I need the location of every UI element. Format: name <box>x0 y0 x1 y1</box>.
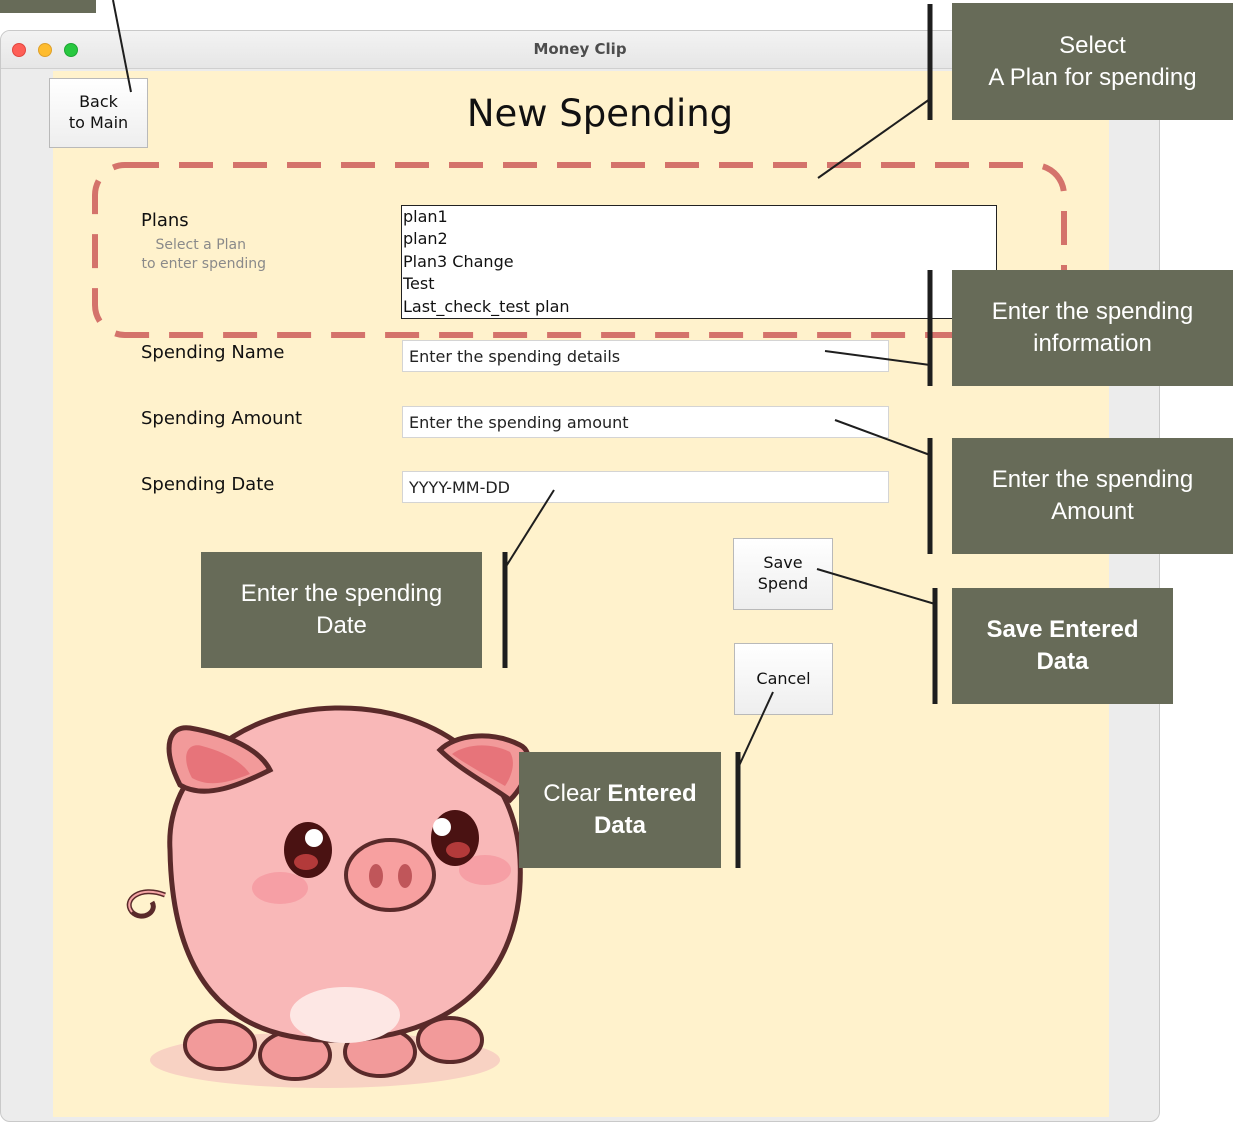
spending-date-label: Spending Date <box>141 474 275 495</box>
spending-date-input[interactable] <box>402 471 889 503</box>
spending-name-input[interactable] <box>402 340 889 372</box>
callout-clear-word1: Clear <box>543 780 601 807</box>
callout-clear-word2: Entered <box>607 780 697 807</box>
callout-date-line1: Enter the spending <box>240 580 443 607</box>
save-button-label-line2: Spend <box>757 574 809 593</box>
callout-select-plan-line2: A Plan for spending <box>988 63 1197 91</box>
callout-save-line1: Save Entered <box>986 616 1139 643</box>
pig-icon <box>126 705 532 1088</box>
callout-clear-line2: Data <box>593 812 646 839</box>
callout-select-plan: Select A Plan for spending <box>952 3 1233 120</box>
callout-spending-date: Enter the spending Date <box>201 552 482 668</box>
callout-clear-data: Clear Entered Data <box>519 752 721 868</box>
callout-save-data: Save Entered Data <box>952 588 1173 704</box>
screenshot-stage: Money Clip Back to Main New Spending Pla… <box>0 0 1234 1122</box>
spending-amount-input[interactable] <box>402 406 889 438</box>
callout-select-plan-line1: Select <box>1059 31 1126 59</box>
callout-spending-info: Enter the spending information <box>952 270 1233 386</box>
save-button-label-line1: Save <box>763 553 803 573</box>
spending-amount-label: Spending Amount <box>141 408 303 429</box>
save-spend-button[interactable]: Save Spend <box>733 538 833 610</box>
callout-spending-info-line1: Enter the spending <box>991 298 1194 325</box>
cancel-button[interactable]: Cancel <box>734 643 833 715</box>
callout-spending-amount: Enter the spending Amount <box>952 438 1233 554</box>
callout-spending-amount-line1: Enter the spending <box>991 466 1194 493</box>
callout-spending-amount-line2: Amount <box>1051 498 1134 525</box>
cancel-button-label: Cancel <box>756 668 811 688</box>
callout-save-line2: Data <box>1036 648 1089 675</box>
callout-spending-info-line2: information <box>1033 330 1152 357</box>
spending-name-label: Spending Name <box>141 342 285 363</box>
callout-date-line2: Date <box>316 612 367 639</box>
